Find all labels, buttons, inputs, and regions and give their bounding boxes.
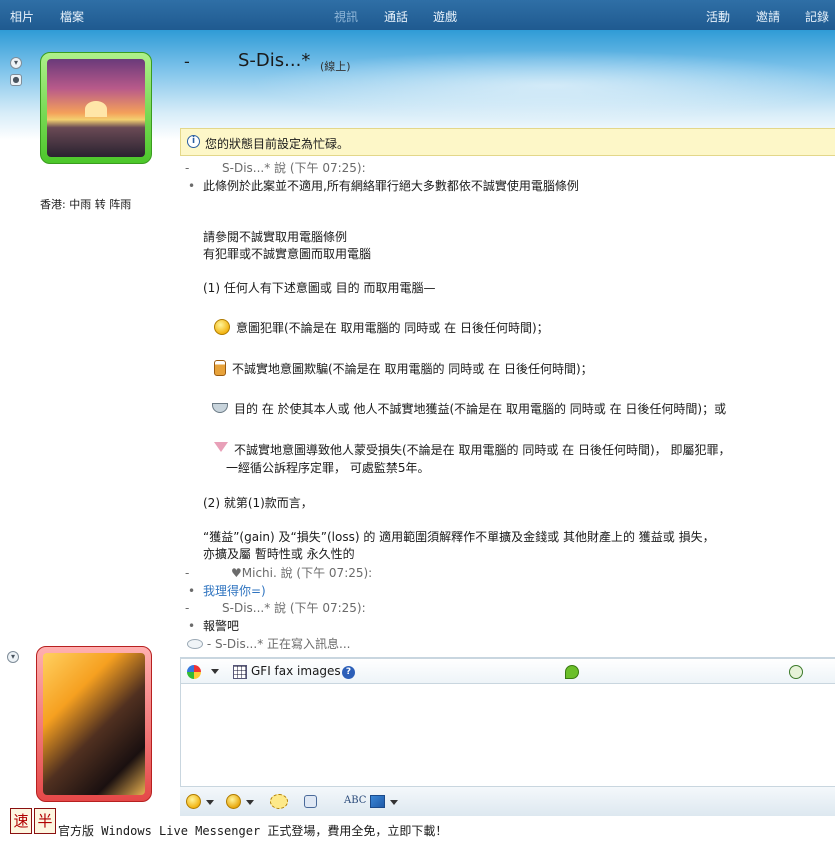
chevron-down-icon[interactable] bbox=[246, 800, 254, 805]
self-avatar[interactable] bbox=[36, 646, 152, 802]
message-bullet: • bbox=[188, 584, 196, 598]
sunset-photo bbox=[47, 59, 145, 157]
message-list-item: 意圖犯罪(不論是在 取用電腦的 同時或 在 日後任何時間)； bbox=[214, 319, 549, 337]
message-bullet: • bbox=[188, 619, 196, 633]
emoticon-icon[interactable] bbox=[186, 794, 201, 809]
message-list-item: 不誠實地意圖欺騙(不論是在 取用電腦的 同時或 在 日後任何時間)； bbox=[214, 360, 593, 378]
status-notice: i 您的狀態目前設定為忙碌。 bbox=[180, 128, 835, 156]
contact-name-dash: - bbox=[184, 52, 190, 71]
info-icon: i bbox=[187, 135, 200, 148]
message-list-item: 不誠實地意圖導致他人蒙受損失(不論是在 取用電腦的 同時或 在 日後任何時間)，… bbox=[214, 442, 730, 459]
ime-width-button[interactable]: 半 bbox=[34, 808, 56, 834]
bird-icon[interactable] bbox=[565, 665, 579, 679]
collapse-contact-icon[interactable]: ▾ bbox=[10, 57, 22, 69]
gfi-fax-button[interactable]: GFI fax images bbox=[251, 664, 341, 678]
typing-text: - S-Dis...* 正在寫入訊息... bbox=[206, 637, 351, 651]
chevron-down-icon[interactable] bbox=[211, 669, 219, 674]
input-toolbar: GFI fax images ? bbox=[180, 658, 835, 684]
theme-icon[interactable] bbox=[187, 665, 201, 679]
conversation-history: - S-Dis...* 說 (下午 07:25): • 此條例於此案並不適用,所… bbox=[185, 160, 835, 655]
message-text: 我理得你=) bbox=[203, 584, 266, 598]
coffee-emoticon-icon bbox=[212, 403, 228, 413]
collapse-self-icon[interactable]: ▾ bbox=[7, 651, 19, 663]
message-bullet: • bbox=[188, 179, 196, 193]
voice-clip-icon[interactable] bbox=[304, 795, 317, 808]
message-text: (1) 任何人有下述意圖或 目的 而取用電腦— bbox=[203, 281, 436, 295]
contact-avatar[interactable] bbox=[40, 52, 152, 164]
help-icon[interactable]: ? bbox=[342, 666, 355, 679]
message-text: 目的 在 於使其本人或 他人不誠實地獲益(不論是在 取用電腦的 同時或 在 日後… bbox=[234, 402, 727, 416]
message-text: 亦擴及屬 暫時性或 永久性的 bbox=[203, 547, 355, 561]
message-input[interactable] bbox=[180, 684, 835, 786]
send-pictures-icon[interactable] bbox=[370, 795, 385, 808]
message-text: 此條例於此案並不適用,所有網絡罪行絕大多數都依不誠實使用電腦條例 bbox=[203, 179, 579, 193]
message-text: 意圖犯罪(不論是在 取用電腦的 同時或 在 日後任何時間)； bbox=[236, 321, 549, 335]
ad-banner-text[interactable]: 官方版 Windows Live Messenger 正式登場，費用全免，立即下… bbox=[58, 822, 447, 839]
ad-banner[interactable]: 官方版 Windows Live Messenger 正式登場，費用全免，立即下… bbox=[0, 816, 835, 841]
nudge-icon[interactable] bbox=[270, 794, 288, 809]
wink-icon[interactable] bbox=[226, 794, 241, 809]
menu-video[interactable]: 視訊 bbox=[334, 8, 358, 25]
spell-check-icon[interactable]: ABC bbox=[344, 795, 366, 806]
message-header-dash: - bbox=[185, 161, 190, 175]
message-header-dash: - bbox=[185, 566, 190, 580]
menu-photos[interactable]: 相片 bbox=[10, 8, 34, 25]
self-photo bbox=[43, 653, 145, 795]
contact-card-icon[interactable]: ● bbox=[10, 74, 22, 86]
ime-mode-button[interactable]: 速 bbox=[10, 808, 32, 834]
typing-bubble-icon bbox=[187, 639, 203, 649]
menu-call[interactable]: 通話 bbox=[384, 8, 408, 25]
fax-grid-icon[interactable] bbox=[233, 665, 247, 679]
clock-icon[interactable] bbox=[789, 665, 803, 679]
message-header: S-Dis...* 說 (下午 07:25): bbox=[222, 161, 366, 175]
message-header: ♥Michi. 說 (下午 07:25): bbox=[231, 566, 373, 580]
menu-files[interactable]: 檔案 bbox=[60, 8, 84, 25]
smile-emoticon-icon bbox=[214, 319, 230, 335]
typing-indicator: - S-Dis...* 正在寫入訊息... bbox=[187, 636, 350, 653]
status-notice-text: 您的狀態目前設定為忙碌。 bbox=[205, 137, 350, 151]
menu-games[interactable]: 遊戲 bbox=[433, 8, 457, 25]
chevron-down-icon[interactable] bbox=[206, 800, 214, 805]
message-text: 一經循公訴程序定罪， 可處監禁5年。 bbox=[226, 461, 430, 475]
menu-invite[interactable]: 邀請 bbox=[756, 8, 780, 25]
chevron-down-icon[interactable] bbox=[390, 800, 398, 805]
contact-name: S-Dis...* bbox=[238, 50, 311, 71]
message-text: 不誠實地意圖欺騙(不論是在 取用電腦的 同時或 在 日後任何時間)； bbox=[232, 362, 593, 376]
message-header-dash: - bbox=[185, 601, 190, 615]
message-text: 不誠實地意圖導致他人蒙受損失(不論是在 取用電腦的 同時或 在 日後任何時間)，… bbox=[234, 443, 731, 457]
message-header: S-Dis...* 說 (下午 07:25): bbox=[222, 601, 366, 615]
message-text: 有犯罪或不誠實意圖而取用電腦 bbox=[203, 247, 372, 261]
message-text: (2) 就第(1)款而言， bbox=[203, 496, 313, 510]
message-text: “獲益”(gain) 及“損失”(loss) 的 適用範圍須解釋作不單擴及金錢或… bbox=[203, 530, 715, 544]
message-text: 請參閱不誠實取用電腦條例 bbox=[203, 230, 348, 244]
emoticon-toolbar: ABC bbox=[180, 786, 835, 816]
menu-history[interactable]: 記錄 bbox=[805, 8, 829, 25]
cocktail-emoticon-icon bbox=[214, 442, 228, 452]
top-menu-bar: 相片 檔案 視訊 通話 遊戲 活動 邀請 記錄 bbox=[0, 0, 835, 30]
contact-status: (線上) bbox=[320, 60, 351, 73]
menu-activities[interactable]: 活動 bbox=[706, 8, 730, 25]
message-list-item: 目的 在 於使其本人或 他人不誠實地獲益(不論是在 取用電腦的 同時或 在 日後… bbox=[212, 401, 726, 418]
message-text: 報警吧 bbox=[203, 619, 240, 633]
contact-location: 香港: 中雨 转 阵雨 bbox=[40, 198, 132, 211]
beer-emoticon-icon bbox=[214, 360, 226, 376]
